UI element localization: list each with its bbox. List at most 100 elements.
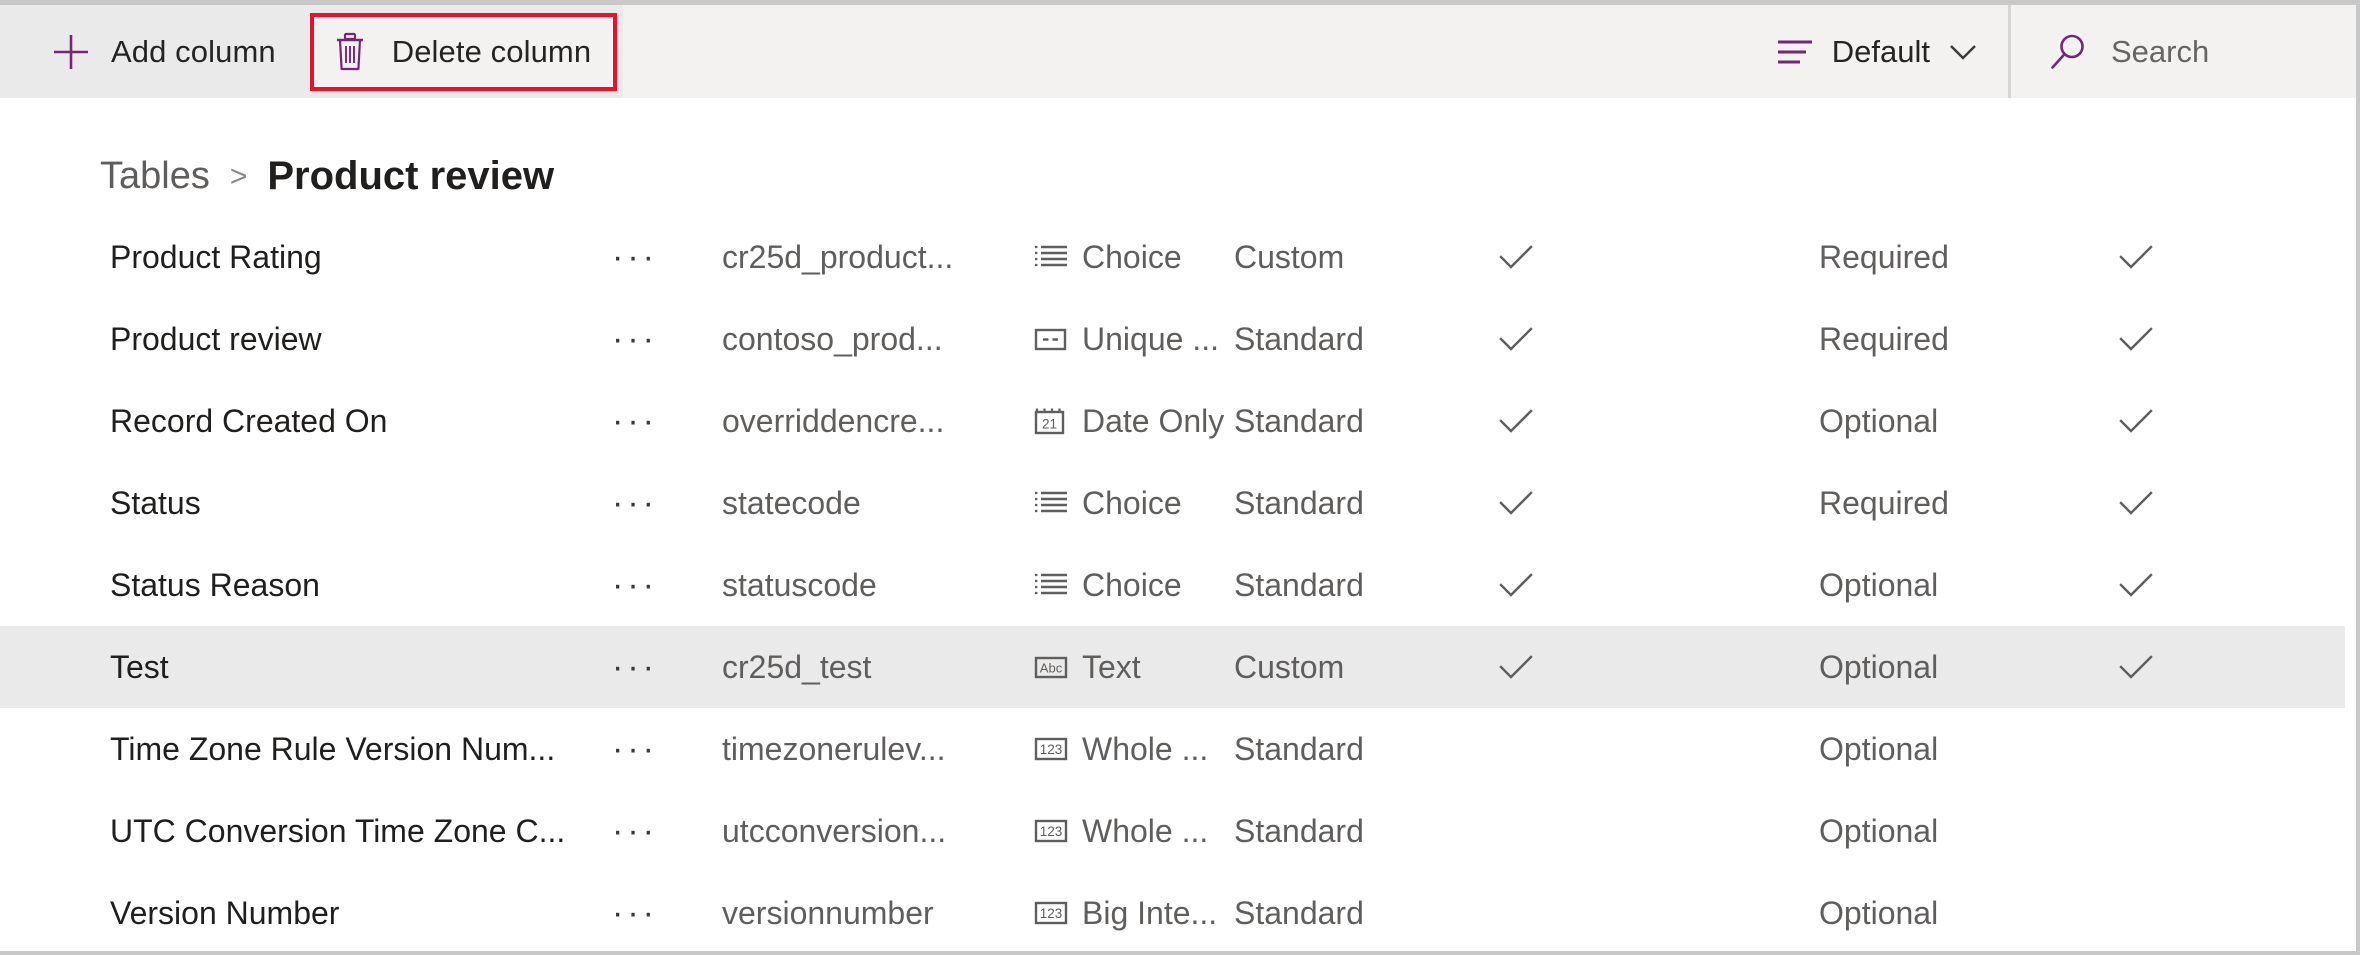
column-source: Custom [1234, 648, 1345, 685]
view-selector-label: Default [1831, 33, 1930, 69]
column-customizable-check [1499, 654, 1819, 680]
column-requirement: Optional [1819, 730, 1939, 767]
column-data-type: 21 Date Only [1034, 403, 1234, 440]
column-requirement: Optional [1819, 812, 1939, 849]
column-display-name: Test [110, 648, 169, 685]
column-display-name: Record Created On [110, 402, 388, 439]
row-more-options-icon[interactable]: ··· [612, 814, 722, 848]
column-data-type-label: Text [1082, 648, 1141, 685]
column-display-name: Version Number [110, 894, 340, 931]
search-placeholder: Search [2111, 33, 2210, 69]
view-selector-button[interactable]: Default [1752, 5, 2008, 98]
number-123-icon: 123 [1034, 819, 1068, 843]
plus-icon [54, 34, 88, 69]
abc-text-icon: Abc [1034, 656, 1068, 679]
add-column-button[interactable]: Add column [25, 5, 302, 98]
checkmark-icon [1499, 573, 1533, 597]
column-source: Standard [1234, 402, 1364, 439]
column-source: Standard [1234, 320, 1364, 357]
command-bar-left-pad [0, 5, 25, 98]
column-searchable-check [2119, 900, 2269, 926]
checkmark-icon [1499, 245, 1533, 269]
checkmark-icon [2119, 491, 2153, 515]
command-bar-primary-group: Add column Delete column [25, 5, 624, 98]
row-more-options-icon[interactable]: ··· [612, 568, 722, 602]
command-bar: Add column Delete column Default Search [0, 0, 2356, 98]
choice-list-icon [1035, 245, 1067, 267]
search-input[interactable]: Search [2011, 5, 2356, 98]
column-customizable-check [1499, 408, 1819, 434]
column-customizable-check [1499, 818, 1819, 844]
column-data-type: Abc Text [1034, 649, 1234, 686]
column-data-type: 123 Big Inte... [1034, 895, 1234, 932]
row-more-options-icon[interactable]: ··· [612, 896, 722, 930]
column-source: Standard [1234, 730, 1364, 767]
column-display-name: Time Zone Rule Version Num... [110, 730, 556, 767]
column-data-type-label: Unique ... [1082, 320, 1219, 357]
columns-grid: Product Rating ··· cr25d_product... Choice C… [0, 216, 2356, 951]
column-customizable-check [1499, 736, 1819, 762]
column-logical-name: utcconversion... [722, 812, 947, 849]
svg-text:21: 21 [1042, 417, 1057, 432]
column-logical-name: timezonerulev... [722, 730, 946, 767]
table-row[interactable]: Time Zone Rule Version Num... ··· timezone… [0, 708, 2345, 790]
table-row[interactable]: Product Rating ··· cr25d_product... Choice C… [0, 216, 2345, 298]
column-data-type: Choice [1034, 239, 1234, 276]
column-customizable-check [1499, 490, 1819, 516]
checkmark-icon [1499, 327, 1533, 351]
column-data-type-label: Whole ... [1082, 812, 1209, 849]
delete-column-label: Delete column [391, 33, 592, 69]
row-more-options-icon[interactable]: ··· [612, 240, 722, 274]
columns-list-page: Add column Delete column Default Search … [0, 0, 2360, 955]
trash-icon [336, 32, 363, 70]
checkmark-icon [1499, 655, 1533, 679]
table-row[interactable]: Product review ··· contoso_prod... Unique .… [0, 298, 2345, 380]
table-row[interactable]: Status Reason ··· statuscode Choice Standard… [0, 544, 2345, 626]
column-source: Custom [1234, 238, 1345, 275]
column-display-name: Status [110, 484, 201, 521]
checkmark-icon [2119, 327, 2153, 351]
calendar-21-icon: 21 [1034, 408, 1065, 435]
row-more-options-icon[interactable]: ··· [612, 322, 722, 356]
column-customizable-check [1499, 244, 1819, 270]
search-icon [2051, 34, 2084, 69]
page-title: Product review [267, 154, 555, 198]
command-bar-spacer [623, 5, 1752, 98]
choice-list-icon [1035, 491, 1067, 513]
column-searchable-check [2119, 408, 2269, 434]
checkmark-icon [1499, 491, 1533, 515]
checkmark-icon [1499, 409, 1533, 433]
breadcrumb: Tables > Product review [0, 98, 2356, 210]
table-row[interactable]: Record Created On ··· overriddencre... 21 Da… [0, 380, 2345, 462]
column-searchable-check [2119, 818, 2269, 844]
breadcrumb-separator: > [229, 159, 248, 193]
checkmark-icon [2119, 409, 2153, 433]
chevron-down-icon [1950, 44, 1976, 60]
table-row[interactable]: Test ··· cr25d_test Abc Text Custom Optional [0, 626, 2345, 708]
column-searchable-check [2119, 736, 2269, 762]
column-customizable-check [1499, 572, 1819, 598]
row-more-options-icon[interactable]: ··· [612, 650, 722, 684]
column-requirement: Optional [1819, 566, 1939, 603]
column-searchable-check [2119, 654, 2269, 680]
checkmark-icon [2119, 245, 2153, 269]
breadcrumb-tables-link[interactable]: Tables [100, 155, 210, 198]
table-row[interactable]: UTC Conversion Time Zone C... ··· utcconve… [0, 790, 2345, 872]
row-more-options-icon[interactable]: ··· [612, 404, 722, 438]
svg-text:123: 123 [1040, 824, 1063, 839]
delete-column-button[interactable]: Delete column [309, 12, 618, 91]
table-row[interactable]: Version Number ··· versionnumber 123 Big Int… [0, 872, 2345, 951]
column-data-type-label: Choice [1082, 238, 1182, 275]
column-display-name: Product Rating [110, 238, 322, 275]
column-display-name: UTC Conversion Time Zone C... [110, 812, 566, 849]
add-column-label: Add column [111, 33, 276, 69]
column-logical-name: cr25d_product... [722, 238, 954, 275]
column-data-type: Unique ... [1034, 321, 1234, 358]
table-row[interactable]: Status ··· statecode Choice Standard Required [0, 462, 2345, 544]
column-display-name: Status Reason [110, 566, 320, 603]
column-data-type: 123 Whole ... [1034, 731, 1234, 768]
checkmark-icon [2119, 655, 2153, 679]
command-bar-secondary-group: Default Search [1751, 5, 2356, 98]
row-more-options-icon[interactable]: ··· [612, 486, 722, 520]
row-more-options-icon[interactable]: ··· [612, 732, 722, 766]
